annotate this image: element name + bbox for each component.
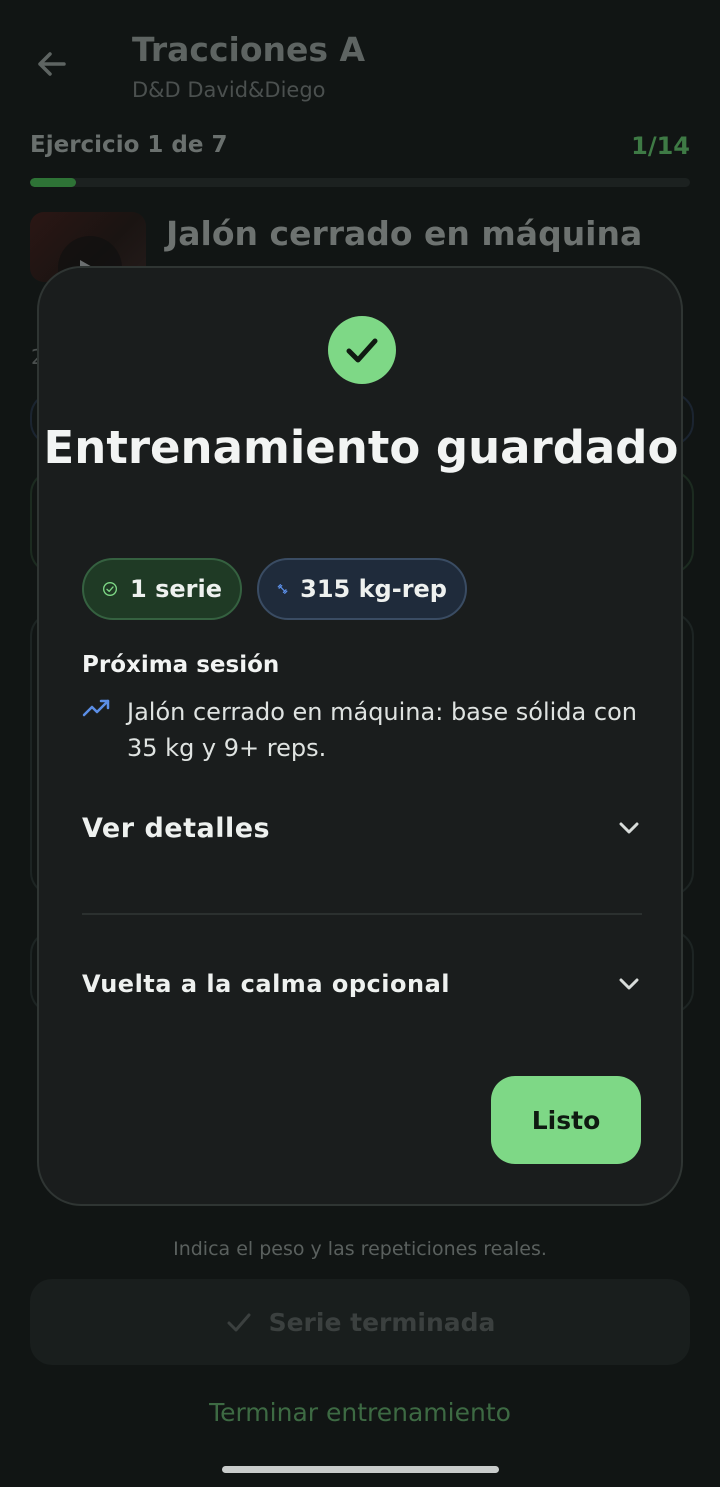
check-circle-icon: [328, 316, 396, 384]
next-session-text: Jalón cerrado en máquina: base sólida co…: [127, 698, 637, 762]
trending-up-icon: [82, 699, 110, 717]
dumbbell-icon: [277, 584, 288, 594]
chevron-down-icon: [619, 978, 639, 990]
exercise-counter: Ejercicio 1 de 7: [30, 132, 228, 158]
cooldown-label: Vuelta a la calma opcional: [82, 970, 450, 998]
check-circle-outline-icon: [103, 581, 118, 597]
workout-saved-dialog: Entrenamiento guardado 1 serie 315 kg-re…: [37, 266, 683, 1206]
cooldown-expander[interactable]: Vuelta a la calma opcional: [82, 962, 642, 1006]
volume-badge: 315 kg-rep: [257, 558, 467, 620]
workout-subtitle: D&D David&Diego: [132, 78, 326, 102]
check-icon: [227, 1313, 251, 1332]
checkmark-icon: [346, 338, 378, 363]
details-expander[interactable]: Ver detalles: [82, 806, 642, 850]
sets-badge: 1 serie: [82, 558, 242, 620]
workout-title: Tracciones A: [132, 30, 366, 69]
finish-workout-link[interactable]: Terminar entrenamiento: [0, 1398, 720, 1427]
back-button[interactable]: [30, 42, 74, 86]
input-hint: Indica el peso y las repeticiones reales…: [173, 1238, 547, 1260]
sets-count: 1 serie: [130, 575, 222, 603]
workout-progress-bar: [30, 178, 690, 187]
volume-value: 315 kg-rep: [300, 575, 447, 603]
exercise-name: Jalón cerrado en máquina: [166, 214, 643, 253]
done-button[interactable]: Listo: [491, 1076, 641, 1164]
arrow-left-icon: [38, 52, 66, 76]
set-counter: 1/14: [631, 132, 690, 160]
divider: [82, 913, 642, 915]
workout-progress-fill: [30, 178, 77, 187]
next-session-heading: Próxima sesión: [82, 652, 280, 678]
home-indicator[interactable]: [222, 1466, 499, 1473]
set-done-button[interactable]: Serie terminada: [30, 1279, 690, 1365]
dialog-title: Entrenamiento guardado: [43, 421, 679, 474]
chevron-down-icon: [619, 822, 639, 834]
details-label: Ver detalles: [82, 812, 271, 844]
set-done-label: Serie terminada: [268, 1307, 496, 1337]
